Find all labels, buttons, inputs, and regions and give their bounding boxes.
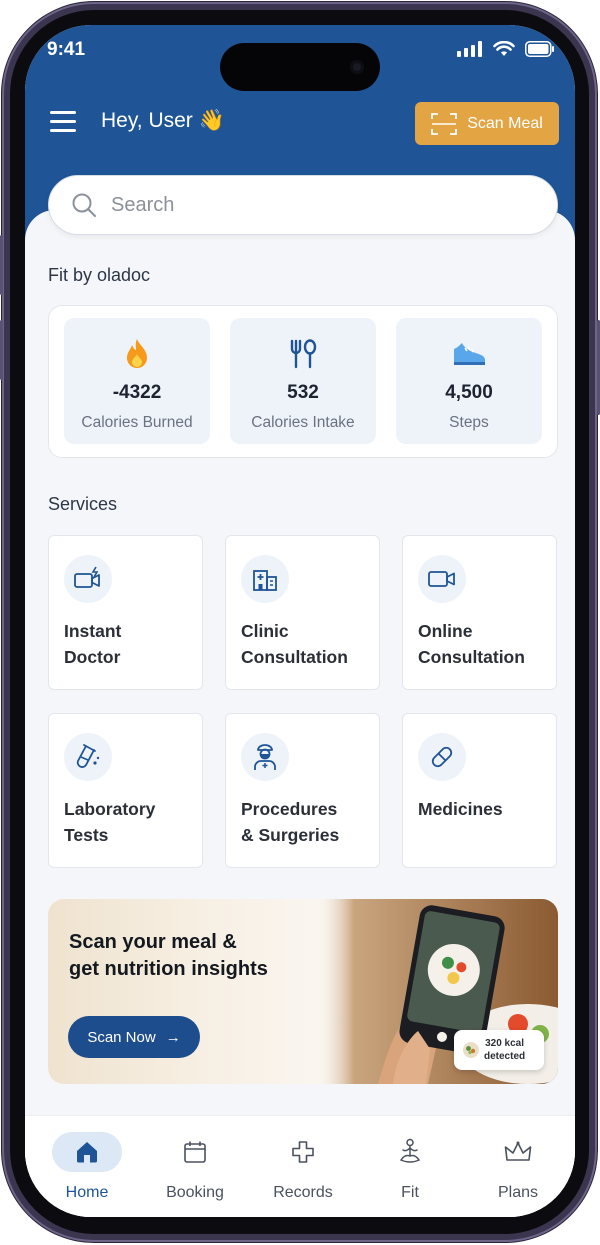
food-bowl-icon — [463, 1042, 479, 1058]
search-input[interactable]: Search — [48, 175, 558, 235]
stat-value: -4322 — [112, 382, 162, 403]
menu-line — [50, 129, 76, 132]
crown-icon — [504, 1141, 532, 1161]
service-title-line: Laboratory — [64, 799, 156, 819]
app-screen: 9:41 Hey, User 👋 Scan Meal Search Fit by… — [25, 25, 575, 1217]
fit-stats-card: -4322 Calories Burned 532 Calories Intak… — [48, 305, 558, 458]
greeting: Hey, User 👋 — [101, 109, 225, 133]
scan-meal-label: Scan Meal — [467, 114, 543, 132]
service-title-line: Online — [418, 621, 473, 641]
stat-calories-intake[interactable]: 532 Calories Intake — [230, 318, 376, 444]
kcal-detected-badge: 320 kcal detected — [454, 1030, 544, 1070]
scan-now-label: Scan Now — [87, 1028, 156, 1046]
services-section-title: Services — [48, 494, 118, 514]
scan-meal-banner[interactable]: Scan your meal & get nutrition insights … — [48, 899, 558, 1084]
banner-title-line: get nutrition insights — [69, 958, 268, 980]
scan-meal-button[interactable]: Scan Meal — [415, 102, 559, 145]
nav-label: Plans — [497, 1184, 539, 1201]
service-title-line: Doctor — [64, 647, 121, 667]
home-icon — [77, 1142, 97, 1163]
kcal-status: detected — [484, 1051, 526, 1062]
stat-steps[interactable]: 4,500 Steps — [396, 318, 542, 444]
service-laboratory-tests[interactable]: Laboratory Tests — [48, 713, 203, 868]
status-time: 9:41 — [47, 39, 86, 60]
stat-label: Steps — [449, 414, 489, 431]
nav-fit[interactable]: Fit — [360, 1132, 460, 1202]
dynamic-island — [220, 43, 380, 91]
video-call-instant-icon — [74, 566, 100, 588]
nav-records[interactable]: Records — [253, 1132, 353, 1202]
status-icons — [457, 41, 555, 57]
greeting-text: Hey, User — [101, 109, 193, 132]
surgeon-icon — [254, 744, 276, 770]
service-title-line: Consultation — [241, 647, 348, 667]
nav-label: Records — [273, 1184, 333, 1201]
nav-home[interactable]: Home — [37, 1132, 137, 1202]
fork-spoon-icon — [290, 339, 317, 369]
scan-frame-icon — [431, 112, 458, 135]
service-title-line: Medicines — [418, 799, 503, 819]
service-title-line: Instant — [64, 621, 122, 641]
stat-value: 4,500 — [445, 382, 493, 403]
battery-icon — [525, 41, 554, 57]
menu-line — [50, 111, 76, 114]
menu-button[interactable] — [50, 111, 76, 133]
stat-calories-burned[interactable]: -4322 Calories Burned — [64, 318, 210, 444]
service-clinic-consultation[interactable]: Clinic Consultation — [225, 535, 380, 690]
calendar-icon — [184, 1141, 206, 1163]
nav-label: Fit — [401, 1184, 419, 1201]
pill-icon — [431, 746, 453, 768]
flame-icon — [127, 339, 147, 368]
wave-emoji-icon: 👋 — [198, 109, 225, 132]
service-title-line: Consultation — [418, 647, 525, 667]
stat-label: Calories Intake — [251, 414, 355, 431]
wifi-icon — [493, 41, 515, 56]
bottom-nav: Home Booking Records Fit Plans — [25, 1115, 575, 1217]
video-camera-icon — [428, 571, 455, 587]
service-title-line: Procedures — [241, 799, 338, 819]
side-button — [0, 235, 3, 295]
service-procedures-surgeries[interactable]: Procedures & Surgeries — [225, 713, 380, 868]
medical-cross-icon — [292, 1141, 314, 1163]
nav-plans[interactable]: Plans — [468, 1132, 568, 1202]
kcal-value: 320 kcal — [485, 1038, 525, 1049]
scan-now-button[interactable]: Scan Now → — [68, 1016, 200, 1058]
nav-label: Home — [65, 1184, 109, 1201]
stat-label: Calories Burned — [81, 414, 193, 431]
service-title-line: Clinic — [241, 621, 289, 641]
service-medicines[interactable]: Medicines — [402, 713, 557, 868]
arrow-right-icon: → — [165, 1028, 181, 1046]
signal-icon — [457, 41, 482, 57]
sneaker-icon — [454, 343, 485, 365]
service-title-line: & Surgeries — [241, 825, 340, 845]
search-placeholder: Search — [111, 193, 175, 216]
nav-booking[interactable]: Booking — [145, 1132, 245, 1202]
menu-line — [50, 120, 76, 123]
stat-value: 532 — [287, 382, 319, 403]
search-icon — [72, 193, 96, 217]
service-title-line: Tests — [64, 825, 109, 845]
service-instant-doctor[interactable]: Instant Doctor — [48, 535, 203, 690]
hospital-icon — [253, 570, 277, 591]
banner-title-line: Scan your meal & — [69, 931, 237, 953]
side-button — [0, 320, 3, 380]
meditation-icon — [399, 1138, 421, 1163]
service-online-consultation[interactable]: Online Consultation — [402, 535, 557, 690]
test-tube-icon — [76, 744, 100, 768]
camera-icon — [350, 60, 364, 74]
fit-section-title: Fit by oladoc — [48, 265, 151, 285]
nav-label: Booking — [166, 1184, 224, 1201]
